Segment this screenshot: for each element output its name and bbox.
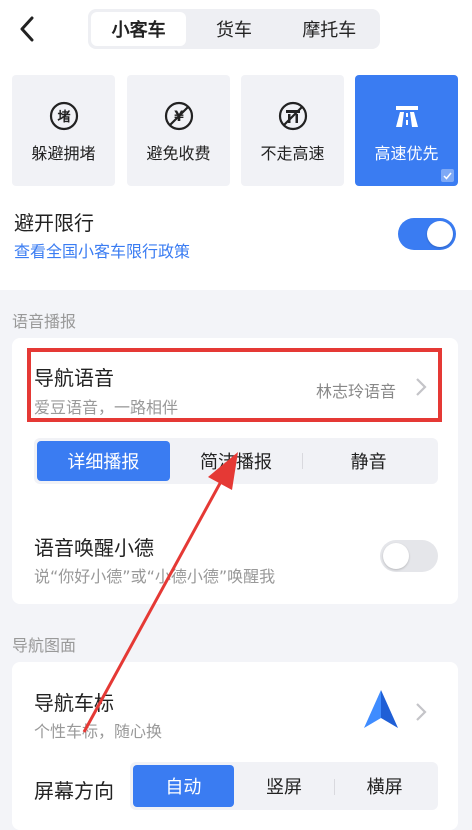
restriction-policy-link[interactable]: 查看全国小客车限行政策 bbox=[14, 238, 190, 262]
broadcast-mode-selector: 详细播报 简洁播报 静音 bbox=[34, 438, 438, 484]
navigation-arrow-icon bbox=[364, 690, 398, 728]
orientation-portrait[interactable]: 竖屏 bbox=[234, 765, 335, 807]
voice-wake-title: 语音唤醒小德 bbox=[34, 536, 154, 560]
back-arrow-icon bbox=[20, 16, 34, 42]
tab-car[interactable]: 小客车 bbox=[91, 12, 187, 46]
voice-wake-subtitle: 说“你好小德”或“小德小德”唤醒我 bbox=[34, 567, 276, 586]
voice-wake-toggle[interactable] bbox=[380, 540, 438, 572]
toggle-knob bbox=[383, 543, 409, 569]
divider bbox=[334, 779, 336, 795]
nav-marker-title[interactable]: 导航车标 bbox=[34, 687, 114, 716]
pref-avoid-toll[interactable]: ¥ 避免收费 bbox=[127, 75, 230, 186]
screen-orientation-selector: 自动 竖屏 横屏 bbox=[130, 762, 438, 810]
pref-label: 避免收费 bbox=[146, 144, 211, 163]
chevron-right-icon[interactable] bbox=[414, 701, 428, 723]
back-button[interactable] bbox=[14, 14, 40, 44]
broadcast-concise-label: 简洁播报 bbox=[200, 452, 272, 473]
pref-label: 高速优先 bbox=[374, 144, 439, 163]
pref-highway-first[interactable]: 高速优先 bbox=[355, 75, 458, 186]
no-highway-icon bbox=[278, 101, 307, 131]
orientation-landscape-label: 横屏 bbox=[366, 777, 403, 798]
avoid-restriction-toggle[interactable] bbox=[398, 218, 456, 250]
pref-label: 不走高速 bbox=[260, 144, 325, 163]
pref-avoid-congestion[interactable]: 堵 躲避拥堵 bbox=[12, 75, 115, 186]
yen-icon: ¥ bbox=[164, 101, 193, 131]
toggle-knob bbox=[427, 221, 453, 247]
broadcast-detailed[interactable]: 详细播报 bbox=[37, 441, 170, 481]
pref-no-highway[interactable]: 不走高速 bbox=[241, 75, 344, 186]
nav-marker-subtitle: 个性车标，随心换 bbox=[34, 722, 163, 741]
section-nav-display-label: 导航图面 bbox=[12, 636, 77, 655]
tab-truck[interactable]: 货车 bbox=[186, 12, 281, 46]
orientation-auto[interactable]: 自动 bbox=[133, 765, 234, 807]
congestion-icon: 堵 bbox=[49, 101, 78, 131]
tab-motorcycle[interactable]: 摩托车 bbox=[282, 12, 377, 46]
screen-orientation-label: 屏幕方向 bbox=[34, 779, 114, 803]
broadcast-mute[interactable]: 静音 bbox=[302, 441, 435, 481]
highway-icon bbox=[395, 106, 418, 127]
pref-label: 躲避拥堵 bbox=[31, 144, 96, 163]
annotation-highlight-box bbox=[27, 348, 442, 422]
divider bbox=[302, 453, 304, 469]
broadcast-concise[interactable]: 简洁播报 bbox=[170, 441, 303, 481]
vehicle-type-tabs: 小客车 货车 摩托车 bbox=[88, 9, 380, 49]
avoid-restriction-title: 避开限行 bbox=[14, 211, 94, 235]
check-icon bbox=[441, 169, 454, 182]
orientation-portrait-label: 竖屏 bbox=[266, 777, 302, 798]
orientation-landscape[interactable]: 横屏 bbox=[334, 765, 435, 807]
svg-text:堵: 堵 bbox=[57, 109, 70, 125]
broadcast-mute-label: 静音 bbox=[350, 452, 387, 473]
section-voice-label: 语音播报 bbox=[12, 312, 77, 331]
